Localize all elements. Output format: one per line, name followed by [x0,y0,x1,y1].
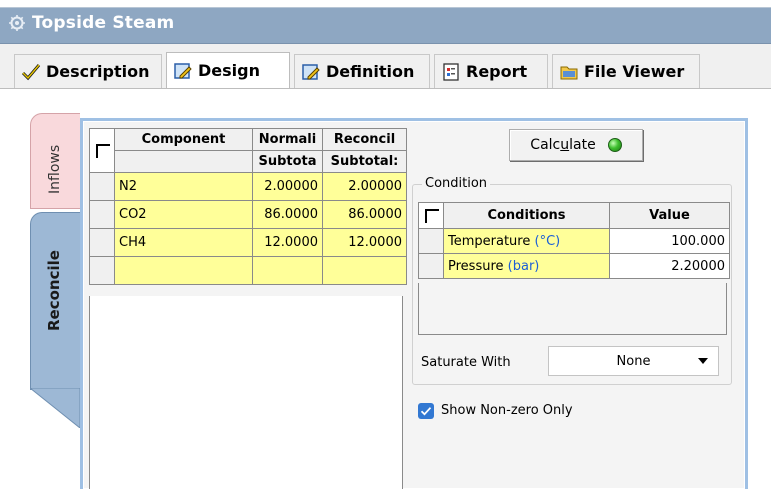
side-tab-reconcile-tail [30,388,80,428]
composition-grid: Component Normali Reconcil Subtota Subto… [89,128,407,285]
condition-value-cell[interactable]: 2.20000 [609,253,730,279]
grid-corner-cell[interactable] [418,202,444,229]
table-row: CO2 86.0000 86.0000 [89,200,407,229]
grid-header-value: Value [609,202,730,229]
status-led-icon [607,138,622,152]
tab-definition-label: Definition [326,62,415,81]
table-row: N2 2.00000 2.00000 [89,172,407,201]
saturate-with-value: None [616,353,651,369]
side-tab-reconcile-label: Reconcile [45,250,63,331]
tab-design-label: Design [198,61,260,80]
row-selector[interactable] [418,253,444,279]
side-tab-inflows[interactable]: Inflows [30,113,80,209]
report-icon [443,62,459,81]
conditions-grid: Conditions Value Temperature (°C) 100.00… [418,202,730,279]
chevron-down-icon [698,358,708,364]
calculate-button-label: Calculate [530,137,596,153]
component-cell[interactable]: N2 [114,172,253,201]
title-bar-top-strip [0,0,771,8]
tab-report[interactable]: Report [434,54,548,88]
condition-group-title: Condition [422,176,491,191]
reconciled-cell[interactable]: 2.00000 [322,172,407,201]
show-nonzero-label[interactable]: Show Non-zero Only [441,403,573,418]
definition-pencil-icon [302,63,320,80]
normalized-cell[interactable]: 2.00000 [252,172,323,201]
show-nonzero-checkbox[interactable] [418,403,434,419]
reconciled-cell[interactable]: 86.0000 [322,200,407,229]
tab-file-viewer[interactable]: File Viewer [552,54,700,88]
component-cell[interactable]: CO2 [114,200,253,229]
grid-subheader-component [114,150,253,173]
condition-name-cell[interactable]: Pressure (bar) [443,253,610,279]
tab-report-label: Report [466,62,528,81]
side-tab-inflows-label: Inflows [47,144,63,194]
grid-header-component: Component [114,128,253,151]
condition-name-cell[interactable]: Temperature (°C) [443,228,610,254]
grid-header-conditions: Conditions [443,202,610,229]
window-title-bar: Topside Steam [0,0,771,44]
row-selector[interactable] [89,256,115,285]
tab-definition[interactable]: Definition [294,54,430,88]
tab-file-viewer-label: File Viewer [584,62,685,81]
unit-label: (bar) [507,258,540,274]
saturate-with-dropdown[interactable]: None [548,346,719,376]
normalized-cell[interactable]: 12.0000 [252,228,323,257]
row-selector[interactable] [89,200,115,229]
saturate-with-label: Saturate With [421,355,511,370]
normalized-cell[interactable] [252,256,323,285]
tab-description-label: Description [46,62,150,81]
component-cell[interactable]: CH4 [114,228,253,257]
component-cell[interactable] [114,256,253,285]
main-tab-strip: Description Design Definition Report Fil… [0,52,771,88]
reconciled-cell[interactable] [322,256,407,285]
tab-description[interactable]: Description [14,54,162,88]
row-selector[interactable] [418,228,444,254]
row-selector[interactable] [89,172,115,201]
window-title: Topside Steam [32,13,175,33]
grid-header-reconciled: Reconcil [322,128,407,151]
calculate-button[interactable]: Calculate [509,129,643,161]
checkmark-pen-icon [21,63,41,80]
gear-icon [9,15,25,31]
condition-value-cell[interactable]: 100.000 [609,228,730,254]
tab-design[interactable]: Design [166,52,290,88]
normalized-cell[interactable]: 86.0000 [252,200,323,229]
table-row [89,256,407,285]
folder-icon [560,66,578,79]
checkmark-icon [420,407,432,416]
table-row: Pressure (bar) 2.20000 [418,253,730,279]
grid-subheader-normalized: Subtota [252,150,323,173]
table-row: Temperature (°C) 100.000 [418,228,730,254]
row-selector[interactable] [89,228,115,257]
unit-label: (°C) [534,233,561,249]
grid-subheader-reconciled: Subtotal: [322,150,407,173]
design-pencil-icon [174,62,192,79]
table-row: CH4 12.0000 12.0000 [89,228,407,257]
reconciled-cell[interactable]: 12.0000 [322,228,407,257]
conditions-grid-empty-area [418,283,727,335]
grid-header-normalized: Normali [252,128,323,151]
grid-corner-cell[interactable] [89,128,115,173]
composition-grid-empty-area [89,296,403,489]
